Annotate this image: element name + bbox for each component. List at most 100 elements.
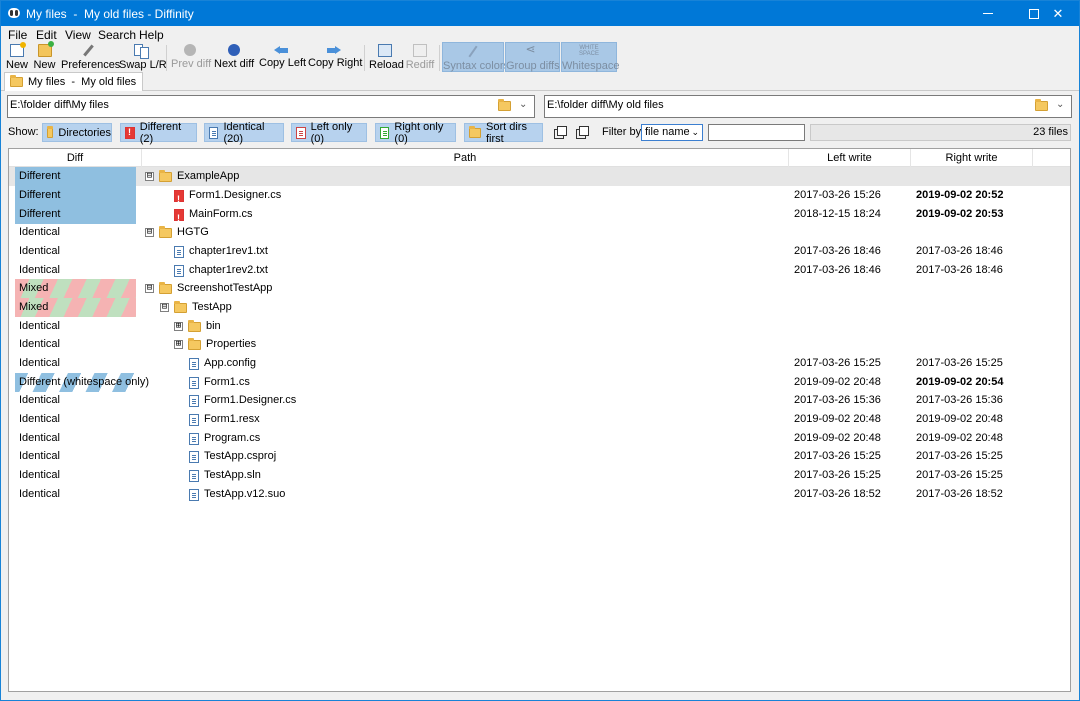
menu-search[interactable]: Search [98,28,136,42]
copy-right-button[interactable]: Copy Right [308,42,360,72]
left-path-input[interactable] [10,99,480,111]
expand-all-icon[interactable] [554,126,566,138]
collapse-icon[interactable]: ⊟ [145,228,154,237]
right-path-box: ⌄ [544,95,1072,118]
right-only-toggle[interactable]: Right only (0) [375,123,456,142]
path-cell: chapter1rev1.txt [174,242,268,261]
whitespace-label: Whitespace [562,60,616,72]
table-row[interactable]: Different Form1.Designer.cs 2017-03-26 1… [9,186,1070,205]
new-folder-icon [38,44,52,57]
path-cell: ⊟ TestApp [160,298,232,317]
filter-text-input[interactable] [708,124,805,141]
expand-icon[interactable]: ⊞ [174,322,183,331]
browse-folder-icon[interactable] [1035,101,1048,111]
collapse-icon[interactable]: ⊟ [145,172,154,181]
diff-status: Mixed [15,279,136,298]
table-row[interactable]: Identical chapter1rev1.txt 2017-03-26 18… [9,242,1070,261]
left-path-box: ⌄ [7,95,535,118]
minimize-icon [983,13,993,14]
browse-folder-icon[interactable] [498,101,511,111]
column-header-path[interactable]: Path [142,149,789,167]
table-row[interactable]: Identical ⊟ HGTG [9,223,1070,242]
path-cell: MainForm.cs [174,205,253,224]
expand-icon[interactable]: ⊞ [174,340,183,349]
table-row[interactable]: Mixed ⊟ TestApp [9,298,1070,317]
right-write-time: 2019-09-02 20:54 [916,373,1003,392]
left-write-time: 2017-03-26 18:46 [794,261,881,280]
directories-toggle[interactable]: Directories [42,123,112,142]
sort-dirs-first-toggle[interactable]: Sort dirs first [464,123,543,142]
next-diff-button[interactable]: Next diff [214,42,254,72]
chevron-down-icon[interactable]: ⌄ [1056,99,1064,110]
new-file-compare-button[interactable]: New [6,42,28,72]
menu-file[interactable]: File [8,28,27,42]
identical-toggle[interactable]: Identical (20) [204,123,284,142]
arrow-left-icon [274,46,288,55]
folder-diff-table[interactable]: Diff Path Left write Right write Differe… [8,148,1071,692]
table-row[interactable]: Different ⊟ ExampleApp [9,167,1070,186]
whitespace-icon: WHITE SPACE [578,45,600,58]
path-cell: TestApp.csproj [189,447,276,466]
menu-view[interactable]: View [65,28,91,42]
table-row[interactable]: Identical ⊞ bin [9,317,1070,336]
folder-icon [159,228,172,238]
reload-icon [378,44,392,57]
filter-label: Filter by [602,126,641,138]
diff-status: Different [15,186,136,205]
filter-by-select[interactable]: file name ⌄ [641,124,703,141]
group-icon [526,45,540,58]
copy-left-button[interactable]: Copy Left [259,42,303,72]
right-only-label: Right only (0) [394,121,455,145]
table-row[interactable]: Identical Form1.resx 2019-09-02 20:48 20… [9,410,1070,429]
table-row[interactable]: Identical TestApp.csproj 2017-03-26 15:2… [9,447,1070,466]
right-path-input[interactable] [547,99,1017,111]
column-header-left-write[interactable]: Left write [789,149,911,167]
table-row[interactable]: Identical Program.cs 2019-09-02 20:48 20… [9,429,1070,448]
rediff-button[interactable]: Rediff [405,42,435,72]
file-icon [189,414,199,426]
group-diffs-toggle[interactable]: Group diffs [505,42,560,72]
whitespace-toggle[interactable]: WHITE SPACE Whitespace [561,42,617,72]
swap-button[interactable]: Swap L/R [119,42,162,72]
left-only-toggle[interactable]: Left only (0) [291,123,367,142]
collapse-icon[interactable]: ⊟ [145,284,154,293]
menu-help[interactable]: Help [139,28,164,42]
different-toggle[interactable]: Different (2) [120,123,197,142]
menu-edit[interactable]: Edit [36,28,57,42]
column-header-right-write[interactable]: Right write [911,149,1033,167]
chevron-down-icon[interactable]: ⌄ [519,99,527,110]
table-row[interactable]: Mixed ⊟ ScreenshotTestApp [9,279,1070,298]
table-row[interactable]: Identical ⊞ Properties [9,335,1070,354]
minimize-button[interactable] [965,1,1011,26]
reload-button[interactable]: Reload [369,42,400,72]
wrench-icon [81,44,95,57]
table-row[interactable]: Different MainForm.cs 2018-12-15 18:24 2… [9,205,1070,224]
syntax-colors-toggle[interactable]: Syntax colors [442,42,504,72]
column-header-diff[interactable]: Diff [9,149,142,167]
table-row[interactable]: Identical App.config 2017-03-26 15:25 20… [9,354,1070,373]
item-name: TestApp.v12.suo [204,485,285,504]
right-write-time: 2017-03-26 15:25 [916,466,1003,485]
collapse-icon[interactable]: ⊟ [160,303,169,312]
table-row[interactable]: Different (whitespace only) Form1.cs 201… [9,373,1070,392]
table-row[interactable]: Identical chapter1rev2.txt 2017-03-26 18… [9,261,1070,280]
prev-diff-button[interactable]: Prev diff [171,42,209,72]
left-write-time: 2017-03-26 15:25 [794,466,881,485]
table-row[interactable]: Identical Form1.Designer.cs 2017-03-26 1… [9,391,1070,410]
document-tab[interactable]: My files - My old files [4,72,143,91]
folder-icon [159,284,172,294]
table-header: Diff Path Left write Right write [9,149,1070,167]
toolbar-separator [364,45,365,71]
preferences-button[interactable]: Preferences [61,42,115,72]
close-button[interactable]: ✕ [1035,1,1080,26]
title-bar[interactable]: My files - My old files - Diffinity ✕ [1,1,1079,26]
item-name: Properties [206,335,256,354]
left-write-time: 2017-03-26 18:46 [794,242,881,261]
filter-by-value: file name [645,126,690,138]
table-row[interactable]: Identical TestApp.v12.suo 2017-03-26 18:… [9,485,1070,504]
table-row[interactable]: Identical TestApp.sln 2017-03-26 15:25 2… [9,466,1070,485]
diffinity-app-icon[interactable] [8,8,20,18]
left-write-time: 2017-03-26 15:25 [794,354,881,373]
collapse-all-icon[interactable] [576,126,588,138]
new-folder-compare-button[interactable]: New [33,42,56,72]
